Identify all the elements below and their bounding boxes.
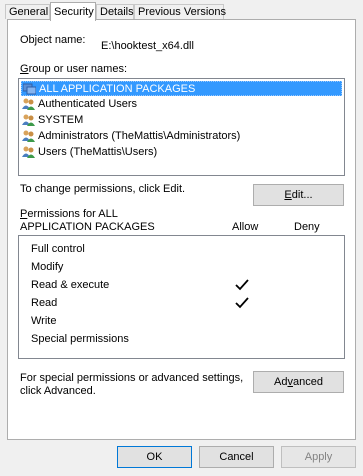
- allow-check-icon: [235, 279, 249, 291]
- group-user-list[interactable]: ALL APPLICATION PACKAGES Authenticated Us…: [18, 78, 345, 176]
- tab-details[interactable]: Details: [96, 4, 134, 19]
- permission-row: Special permissions: [31, 333, 129, 345]
- cancel-button[interactable]: Cancel: [199, 446, 274, 468]
- group-list-item-label: Authenticated Users: [38, 98, 138, 110]
- allow-check-icon: [235, 297, 249, 309]
- users-group-icon: [22, 114, 35, 126]
- group-list-item[interactable]: SYSTEM: [21, 113, 342, 128]
- group-list-item[interactable]: Administrators (TheMattis\Administrators…: [21, 129, 342, 144]
- apply-button[interactable]: Apply: [281, 446, 356, 468]
- tab-security[interactable]: Security: [50, 2, 96, 21]
- group-list-item[interactable]: ALL APPLICATION PACKAGES: [21, 81, 342, 96]
- group-list-item[interactable]: Users (TheMattis\Users): [21, 145, 342, 160]
- permissions-list: Full control Modify Read & execute Read Writ…: [18, 235, 345, 359]
- permission-row: Modify: [31, 261, 64, 273]
- group-list-item-label: Users (TheMattis\Users): [38, 146, 158, 158]
- edit-button[interactable]: Edit...: [253, 184, 344, 206]
- group-list-item[interactable]: Authenticated Users: [21, 97, 342, 112]
- permissions-for-label: Permissions for ALL APPLICATION PACKAGES: [20, 208, 155, 233]
- tab-previous-versions[interactable]: Previous Versions: [134, 4, 226, 19]
- permission-row: Read: [31, 297, 58, 309]
- users-group-icon: [22, 146, 35, 158]
- group-or-user-names-label: Group or user names:: [20, 63, 127, 75]
- users-group-icon: [22, 98, 35, 110]
- group-list-item-label: Administrators (TheMattis\Administrators…: [38, 130, 241, 142]
- object-name-label: Object name:: [20, 34, 86, 46]
- group-list-item-label: SYSTEM: [38, 114, 84, 126]
- permission-row: Full control: [31, 243, 85, 255]
- change-permissions-text: To change permissions, click Edit.: [20, 183, 186, 195]
- object-name-value: E:\hooktest_x64.dll: [101, 40, 194, 52]
- advanced-settings-text: For special permissions or advanced sett…: [20, 372, 244, 397]
- permission-row: Write: [31, 315, 57, 327]
- users-group-icon: [22, 130, 35, 142]
- app-packages-icon: [22, 83, 37, 95]
- permission-row: Read & execute: [31, 279, 110, 291]
- ok-button[interactable]: OK: [117, 446, 192, 468]
- group-list-item-label: ALL APPLICATION PACKAGES: [39, 83, 196, 95]
- allow-column-header: Allow: [232, 221, 259, 233]
- tab-general[interactable]: General: [5, 4, 50, 19]
- advanced-button[interactable]: Advanced: [253, 371, 344, 393]
- deny-column-header: Deny: [294, 221, 320, 233]
